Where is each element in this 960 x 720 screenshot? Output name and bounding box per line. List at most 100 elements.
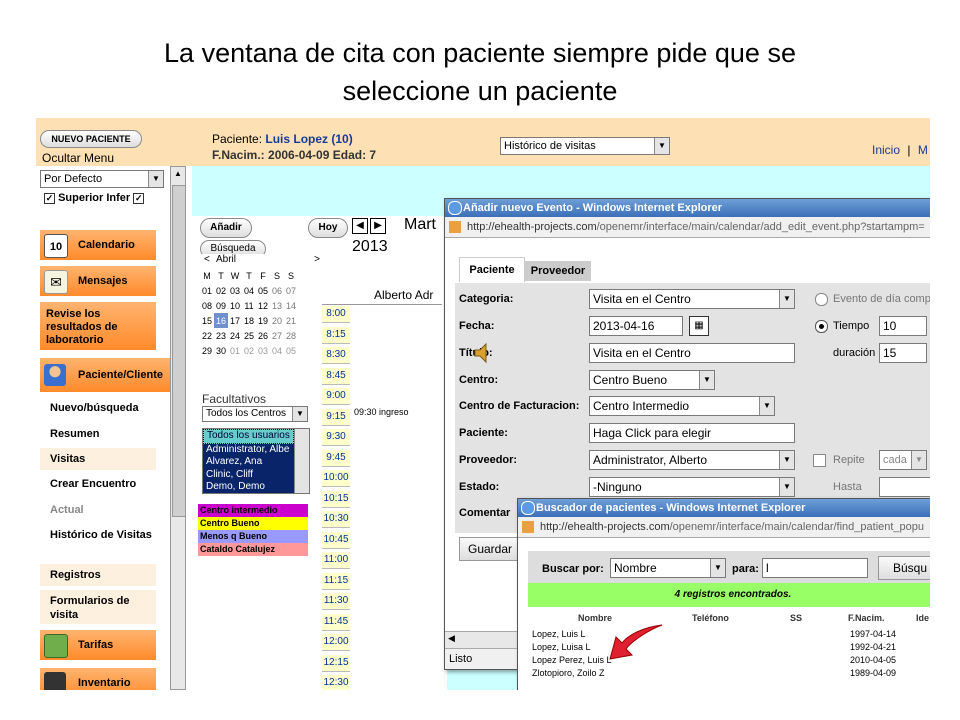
calendar-day[interactable]: 10 [228, 298, 242, 313]
paciente-input[interactable]: Haga Click para elegir [589, 423, 795, 443]
results-row[interactable]: Lopez, Luis L 1997-04-14 [528, 629, 930, 642]
calendar-day[interactable]: 05 [284, 343, 298, 358]
history-select[interactable]: Histórico de visitas ▼ [500, 137, 670, 155]
buscar-por-select[interactable]: Nombre ▼ [610, 558, 726, 578]
calendar-day[interactable]: 23 [214, 328, 228, 343]
hour-slot[interactable]: 9:00 [322, 388, 350, 405]
repite-checkbox[interactable] [813, 454, 826, 467]
calendar-day[interactable]: 22 [200, 328, 214, 343]
patient-name-cell[interactable]: Lopez Perez, Luis L [532, 655, 612, 665]
centro-select[interactable]: Centro Bueno ▼ [589, 370, 715, 390]
results-row[interactable]: Lopez Perez, Luis L 2010-04-05 [528, 655, 930, 668]
hour-slot[interactable]: 10:30 [322, 511, 350, 528]
calendar-day[interactable]: 08 [200, 298, 214, 313]
prev-day-icon[interactable]: ◀ [352, 218, 368, 234]
hour-slot[interactable]: 11:15 [322, 572, 350, 590]
calendar-day[interactable]: 27 [270, 328, 284, 343]
hour-slot[interactable]: 9:15 [322, 408, 350, 426]
para-input[interactable]: l [762, 558, 868, 578]
new-patient-button[interactable]: NUEVO PACIENTE [40, 130, 142, 148]
results-row[interactable]: Lopez, Luisa L 1992-04-21 [528, 642, 930, 655]
calendar-day[interactable]: 01 [200, 283, 214, 298]
nav-historico-visitas[interactable]: Histórico de Visitas [40, 524, 156, 562]
finder-addressbar[interactable]: http://ehealth-projects.com/openemr/inte… [518, 517, 930, 538]
patient-name[interactable]: Luis Lopez (10) [265, 132, 352, 146]
buscar-button[interactable]: Búsqu [878, 556, 930, 580]
estado-select[interactable]: -Ninguno ▼ [589, 477, 795, 497]
next-day-icon[interactable]: ▶ [370, 218, 386, 234]
sidebar-scrollbar[interactable]: ▲ [170, 166, 186, 690]
hour-slot[interactable]: 9:30 [322, 429, 350, 446]
calendar-day[interactable]: 04 [242, 283, 256, 298]
fecha-input[interactable]: 2013-04-16 [589, 316, 683, 336]
calendar-day[interactable]: 26 [256, 328, 270, 343]
users-list-item[interactable]: Clinic, Cliff [203, 469, 292, 482]
results-column-header[interactable]: Ide [916, 613, 929, 623]
calendar-day[interactable]: 11 [242, 298, 256, 313]
today-button[interactable]: Hoy [308, 218, 348, 238]
nav-revise-laboratorio[interactable]: Revise los resultados de laboratorio [40, 302, 156, 350]
hour-slot[interactable]: 11:45 [322, 613, 350, 631]
tiempo-input[interactable]: 10 [879, 316, 927, 336]
users-list[interactable]: Todos los usuarios Administrator, Albe Alv… [202, 428, 310, 494]
calendar-day[interactable]: 14 [284, 298, 298, 313]
calendar-day[interactable]: 02 [214, 283, 228, 298]
calendar-day[interactable]: 18 [242, 313, 256, 328]
hour-slot[interactable]: 12:30 [322, 675, 350, 690]
calendar-day[interactable]: 30 [214, 343, 228, 358]
calendar-day[interactable]: 09 [214, 298, 228, 313]
results-row[interactable]: Zlotopioro, Zoilo Z 1989-04-09 [528, 668, 930, 681]
calendar-day[interactable]: 02 [242, 343, 256, 358]
hour-slot[interactable]: 11:30 [322, 593, 350, 610]
calendar-day[interactable]: 20 [270, 313, 284, 328]
hour-slot[interactable]: 8:45 [322, 367, 350, 385]
calendar-day[interactable]: 24 [228, 328, 242, 343]
hour-slot[interactable]: 8:30 [322, 347, 350, 364]
more-link[interactable]: M [918, 143, 928, 157]
tab-paciente[interactable]: Paciente [459, 257, 525, 282]
hasta-input[interactable] [879, 477, 930, 497]
users-list-item[interactable]: Administrator, Albe [203, 444, 292, 457]
hour-slot[interactable]: 10:15 [322, 490, 350, 508]
home-link[interactable]: Inicio [872, 143, 900, 157]
patient-name-cell[interactable]: Lopez, Luisa L [532, 642, 591, 652]
sidebar-scroll-thumb[interactable] [172, 185, 186, 517]
users-list-item[interactable]: Alvarez, Ana [203, 456, 292, 469]
tiempo-radio[interactable] [815, 320, 828, 333]
duracion-input[interactable]: 15 [879, 343, 927, 363]
add-event-addressbar[interactable]: http://ehealth-projects.com/openemr/inte… [445, 217, 930, 238]
allday-radio[interactable] [815, 293, 828, 306]
hour-slot[interactable]: 8:15 [322, 326, 350, 344]
calendar-day[interactable]: 03 [256, 343, 270, 358]
calendar-day[interactable]: 15 [200, 313, 214, 328]
calendar-day[interactable]: 16 [214, 313, 228, 328]
nav-visitas[interactable]: Visitas [40, 448, 156, 470]
calendar-day[interactable]: 28 [284, 328, 298, 343]
patient-name-cell[interactable]: Lopez, Luis L [532, 629, 586, 639]
nav-registros[interactable]: Registros [40, 564, 156, 586]
mini-prev[interactable]: < [204, 254, 210, 265]
tab-proveedor[interactable]: Proveedor [525, 261, 591, 281]
nav-formularios[interactable]: Formularios de visita [40, 590, 156, 624]
users-list-item[interactable]: Todos los usuarios [203, 429, 294, 444]
superior-checkbox[interactable]: ✓ [44, 193, 55, 204]
mini-next[interactable]: > [314, 254, 320, 265]
facturacion-select[interactable]: Centro Intermedio ▼ [589, 396, 775, 416]
nav-actual[interactable]: Actual [40, 498, 156, 522]
calendar-day[interactable]: 04 [270, 343, 284, 358]
calendar-day[interactable]: 01 [228, 343, 242, 358]
calendar-picker-icon[interactable]: ▦ [689, 316, 709, 336]
hour-slot[interactable]: 8:00 [322, 306, 350, 323]
calendar-day[interactable]: 25 [242, 328, 256, 343]
results-column-header[interactable]: SS [790, 613, 802, 623]
hour-slot[interactable]: 10:00 [322, 470, 350, 487]
calendar-day[interactable]: 05 [256, 283, 270, 298]
results-column-header[interactable]: Teléfono [692, 613, 729, 623]
calendar-day[interactable]: 03 [228, 283, 242, 298]
calendar-day[interactable]: 17 [228, 313, 242, 328]
results-column-header[interactable]: F.Nacim. [848, 613, 885, 623]
calendar-event[interactable]: 09:30 ingreso [354, 407, 409, 417]
guardar-button[interactable]: Guardar [459, 537, 521, 561]
calendar-day[interactable]: 07 [284, 283, 298, 298]
categoria-select[interactable]: Visita en el Centro ▼ [589, 289, 795, 309]
